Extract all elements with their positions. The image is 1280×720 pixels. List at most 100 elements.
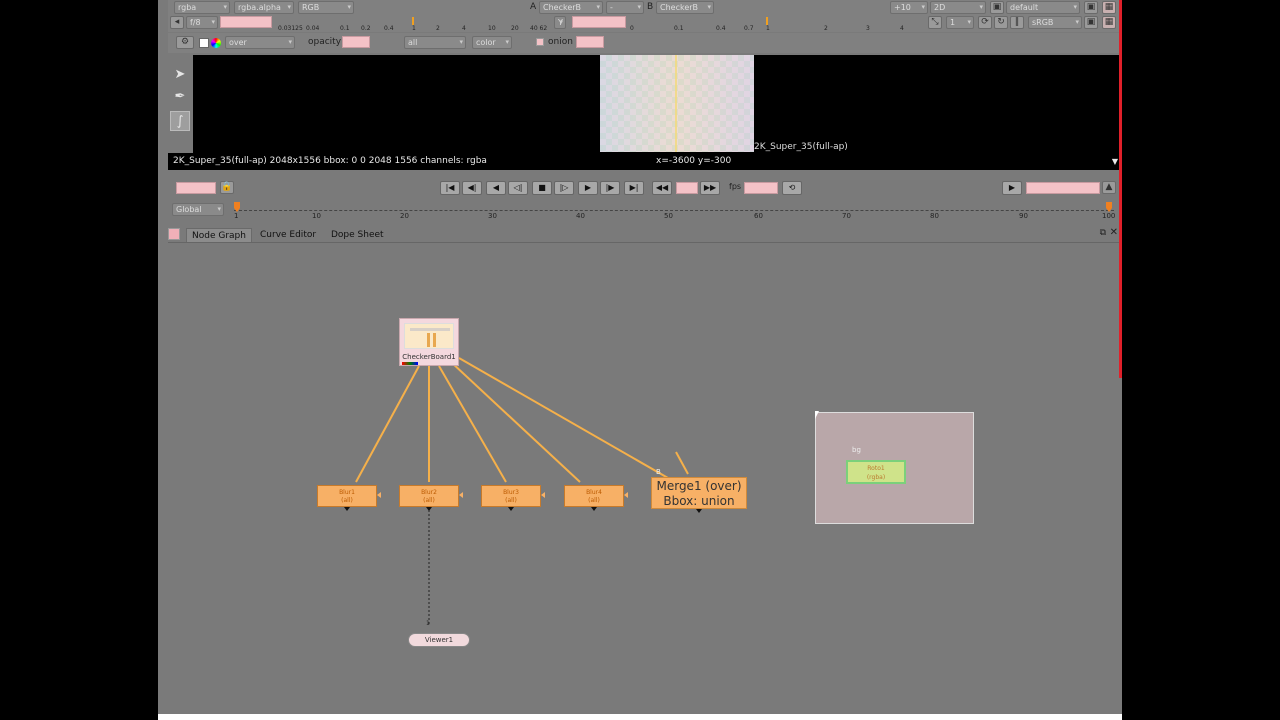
viewer1-node[interactable]: Viewer1	[408, 633, 470, 647]
view-mode-dropdown[interactable]: 2D	[930, 1, 986, 14]
mask-input-icon[interactable]	[377, 492, 381, 498]
alpha-channel-dropdown[interactable]: rgba.alpha	[234, 1, 294, 14]
play-backward-icon[interactable]: ◁|	[508, 181, 528, 195]
wipe-mode-dropdown[interactable]: over	[225, 36, 295, 49]
layers-dropdown[interactable]: all	[404, 36, 466, 49]
gamma-tick: 0.1	[674, 25, 684, 32]
blur3-node[interactable]: Blur3 (all)	[481, 485, 545, 511]
update-icon[interactable]: ↻	[994, 16, 1008, 29]
timeline-number: 70	[842, 212, 851, 220]
roto1-node[interactable]: Roto1 (rgba)	[846, 460, 906, 484]
lut-dropdown[interactable]: default	[1006, 1, 1080, 14]
gain-field[interactable]	[220, 16, 272, 28]
wipe-color-swatch[interactable]	[199, 38, 209, 48]
prev-keyframe-icon[interactable]: ◀|	[462, 181, 482, 195]
channels-dropdown[interactable]: rgba	[174, 1, 230, 14]
node-graph[interactable]: CheckerBoard1 Blur1 (all) Blur2 (all) Bl…	[168, 244, 1122, 716]
settings-gear-icon[interactable]: ⚙	[176, 36, 194, 49]
exposure-icon[interactable]: ◂	[170, 16, 184, 29]
opacity-field[interactable]	[342, 36, 370, 48]
graph-edges	[355, 357, 869, 626]
tab-dope-sheet[interactable]: Dope Sheet	[326, 228, 389, 242]
blur4-node[interactable]: Blur4 (all)	[564, 485, 628, 511]
backdrop-region[interactable]: bg Roto1 (rgba)	[815, 412, 974, 524]
pin-icon[interactable]: ▣	[1084, 1, 1098, 14]
blur3-sub: (all)	[505, 497, 517, 504]
edge-checker-blur1	[355, 365, 420, 483]
output-arrow-icon	[696, 509, 702, 513]
wipe-channel-dropdown[interactable]: color	[472, 36, 512, 49]
gamma-slider-handle[interactable]	[766, 17, 768, 25]
onion-label: onion	[548, 37, 573, 47]
select-arrow-icon[interactable]: ➤	[170, 65, 190, 85]
mask-input-icon[interactable]	[624, 492, 628, 498]
fps-field[interactable]	[744, 182, 778, 194]
gain-step-dropdown[interactable]: +10	[890, 1, 928, 14]
gamma-field[interactable]	[572, 16, 626, 28]
frame-range-field[interactable]	[1026, 182, 1100, 194]
first-frame-icon[interactable]: |◀	[440, 181, 460, 195]
gamma-tick: 4	[462, 25, 466, 32]
last-frame-icon[interactable]: ▶|	[624, 181, 644, 195]
tab-curve-editor[interactable]: Curve Editor	[255, 228, 321, 242]
colorspace-dropdown[interactable]: sRGB	[1028, 16, 1082, 29]
increment-field[interactable]	[676, 182, 698, 194]
viewer-canvas[interactable]: 2K_Super_35(full-ap)	[193, 55, 1122, 153]
roi-icon[interactable]: ⤡	[928, 16, 942, 29]
panel-menu-icon[interactable]: ▦	[1102, 1, 1116, 14]
onion-checkbox[interactable]	[536, 38, 544, 46]
step-forward-icon[interactable]: ▶	[578, 181, 598, 195]
panel-icon[interactable]	[168, 228, 180, 240]
timeline[interactable]: Global 1 10 20 30 40 50 60 70 80 90 100	[168, 200, 1122, 222]
compare-mode-dropdown[interactable]: -	[606, 1, 644, 14]
blur2-node[interactable]: Blur2 (all)	[399, 485, 463, 511]
checker-tint	[600, 55, 754, 152]
next-keyframe-icon[interactable]: |▶	[600, 181, 620, 195]
timeline-number: 80	[930, 212, 939, 220]
rewind-icon[interactable]: ◀◀	[652, 181, 672, 195]
snapshot-icon[interactable]: ▣	[1084, 16, 1098, 29]
pause-icon[interactable]: ‖	[1010, 16, 1024, 29]
edge-merge-a	[675, 451, 689, 475]
lut-icon[interactable]: ▣	[990, 1, 1004, 14]
y-channel-toggle[interactable]: Y	[554, 16, 566, 29]
onion-field[interactable]	[576, 36, 604, 48]
merge1-node[interactable]: Merge1 (over) Bbox: union	[651, 477, 747, 513]
tab-node-graph[interactable]: Node Graph	[186, 228, 252, 242]
blur3-label: Blur3	[503, 489, 519, 496]
fast-forward-icon[interactable]: ▶▶	[700, 181, 720, 195]
gamma-tick: 2	[824, 25, 828, 32]
input-a-dropdown[interactable]: CheckerB	[539, 1, 603, 14]
channel-indicator	[402, 362, 418, 365]
pen-icon[interactable]: ✒	[170, 87, 190, 107]
lock-icon[interactable]: 🔒	[220, 181, 234, 194]
proxy-dropdown[interactable]: 1	[946, 16, 974, 29]
input-b-dropdown[interactable]: CheckerB	[656, 1, 714, 14]
merge-input-b-label: B	[656, 468, 661, 476]
color-wheel-icon[interactable]	[211, 38, 221, 48]
mask-input-icon[interactable]	[459, 492, 463, 498]
float-panel-icon[interactable]: ⧉	[1100, 228, 1106, 238]
display-dropdown[interactable]: RGB	[298, 1, 354, 14]
status-menu-icon[interactable]: ▼	[1112, 153, 1118, 170]
play-forward-icon[interactable]: |▷	[554, 181, 574, 195]
gain-slider-handle[interactable]	[412, 17, 414, 25]
fstop-dropdown[interactable]: f/8	[186, 16, 218, 29]
loop-icon[interactable]: ⟲	[782, 181, 802, 195]
stop-icon[interactable]: ■	[532, 181, 552, 195]
timeline-number: 50	[664, 212, 673, 220]
frame-field[interactable]	[176, 182, 216, 194]
flipbook-icon[interactable]: ▶	[1002, 181, 1022, 195]
blur1-node[interactable]: Blur1 (all)	[317, 485, 381, 511]
gamma-tick: 0.04	[306, 25, 320, 32]
timeline-scope-dropdown[interactable]: Global	[172, 203, 224, 216]
mask-input-icon[interactable]	[541, 492, 545, 498]
wipe-line[interactable]	[675, 55, 677, 152]
range-menu-icon[interactable]: ▲	[1102, 181, 1116, 194]
step-back-icon[interactable]: ◀	[486, 181, 506, 195]
close-icon[interactable]: ✕	[1110, 227, 1118, 238]
checkerboard-node[interactable]: CheckerBoard1	[399, 318, 459, 366]
grip-icon[interactable]: ▦	[1102, 16, 1116, 29]
refresh-icon[interactable]: ⟳	[978, 16, 992, 29]
curve-tool-icon[interactable]: ∫	[170, 111, 190, 131]
